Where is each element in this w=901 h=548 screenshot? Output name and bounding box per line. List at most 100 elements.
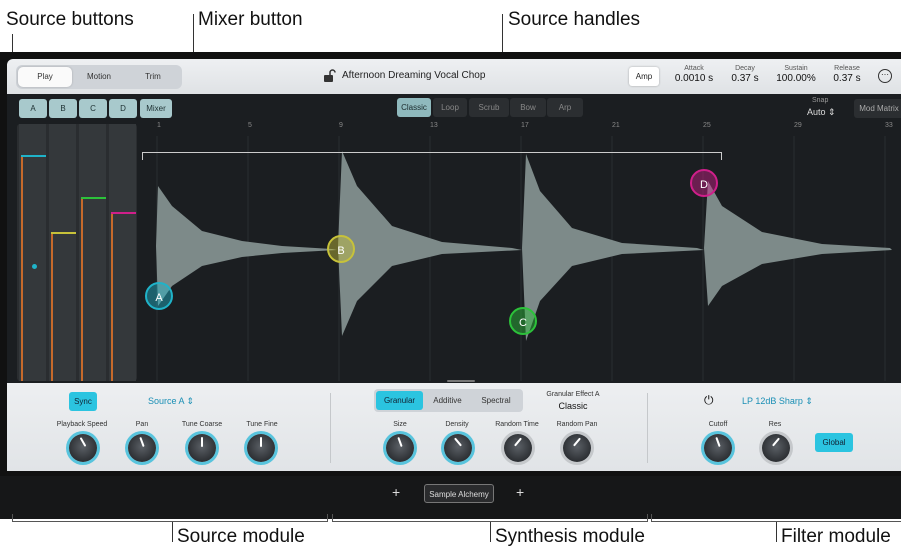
mixer-level-b [51,233,53,381]
more-icon[interactable]: ⋯ [878,69,892,83]
mode-classic[interactable]: Classic [397,98,431,117]
callout-mixer-button: Mixer button [198,9,303,30]
waveform-area[interactable]: A B C D Mixer Classic Loop Scrub Bow Arp… [7,94,901,384]
module-panel: Sync Source A ⇕ Playback Speed Pan Tune … [7,380,901,471]
ruler: 1 5 9 13 17 21 25 29 33 [157,122,901,134]
random-pan-label: Random Pan [556,421,598,428]
pan-knob[interactable] [128,434,156,462]
callout-source-buttons: Source buttons [6,9,134,30]
leader-line [172,522,173,542]
tune-coarse-knob[interactable] [188,434,216,462]
mode-scrub[interactable]: Scrub [469,98,509,117]
level-marker-d [111,212,136,214]
mixer-panel [17,124,137,381]
source-module-bracket [12,514,328,522]
source-button-b[interactable]: B [49,99,77,118]
mixer-level-d [111,213,113,381]
tab-trim[interactable]: Trim [126,67,180,87]
level-marker-a [21,155,46,157]
synthesis-mode-switch: Granular Additive Spectral [374,389,523,412]
level-marker-b [51,232,76,234]
callout-filter-module: Filter module [781,526,891,547]
pan-label: Pan [135,421,149,428]
random-time-knob[interactable] [504,434,532,462]
level-marker-c [81,197,106,199]
global-button[interactable]: Global [815,433,853,452]
mixer-fader-c[interactable] [79,124,106,381]
snap-label: Snap [812,97,829,104]
updown-icon: ⇕ [828,107,836,117]
mode-loop[interactable]: Loop [433,98,467,117]
add-right-icon[interactable]: + [516,484,524,500]
sustain-value[interactable]: Sustain 100.00% [773,65,819,84]
lock-icon[interactable] [323,69,336,83]
source-handle-b[interactable]: B [327,235,355,263]
source-selector[interactable]: Source A ⇕ [148,396,194,407]
ruler-mark: 9 [339,122,343,129]
filter-type-selector[interactable]: LP 12dB Sharp ⇕ [742,396,813,407]
sample-alchemy-window: Play Motion Trim Afternoon Dreaming Voca… [0,52,901,519]
mixer-fader-b[interactable] [49,124,76,381]
mixer-fader-d[interactable] [109,124,136,381]
attack-value[interactable]: Attack 0.0010 s [671,65,717,84]
plugin-tab-sample-alchemy[interactable]: Sample Alchemy [424,484,494,503]
divider [330,393,331,463]
ruler-mark: 17 [521,122,529,129]
mod-matrix-button[interactable]: Mod Matrix [854,99,901,118]
mode-spectral[interactable]: Spectral [472,391,520,410]
source-button-d[interactable]: D [109,99,137,118]
ruler-mark: 21 [612,122,620,129]
resize-handle[interactable] [447,380,475,382]
divider [647,393,648,463]
cutoff-knob[interactable] [704,434,732,462]
mode-additive[interactable]: Additive [424,391,471,410]
pan-dot[interactable] [32,264,37,269]
mixer-level-a [21,156,23,381]
playback-speed-knob[interactable] [69,434,97,462]
source-handles-bracket [142,152,722,160]
sync-button[interactable]: Sync [69,392,97,411]
playback-speed-label: Playback Speed [56,421,108,428]
tab-play[interactable]: Play [18,67,72,87]
plugin-footer: + Sample Alchemy + [0,476,901,519]
density-label: Density [445,421,469,428]
effect-value[interactable]: Classic [533,401,613,411]
random-pan-knob[interactable] [563,434,591,462]
source-button-a[interactable]: A [19,99,47,118]
size-label: Size [393,421,407,428]
ruler-mark: 13 [430,122,438,129]
release-value[interactable]: Release 0.37 s [827,65,867,84]
header-bar: Play Motion Trim Afternoon Dreaming Voca… [7,59,901,94]
mixer-button[interactable]: Mixer [140,99,172,118]
random-time-label: Random Time [495,421,539,428]
snap-value[interactable]: Auto ⇕ [807,107,836,118]
decay-value[interactable]: Decay 0.37 s [725,65,765,84]
callout-source-module: Source module [177,526,305,547]
mode-arp[interactable]: Arp [547,98,583,117]
add-left-icon[interactable]: + [392,484,400,500]
waveform[interactable] [142,136,897,381]
mode-bow[interactable]: Bow [510,98,546,117]
tab-motion[interactable]: Motion [72,67,126,87]
tune-fine-knob[interactable] [247,434,275,462]
source-button-c[interactable]: C [79,99,107,118]
tune-fine-label: Tune Fine [246,421,278,428]
ruler-mark: 33 [885,122,893,129]
res-label: Res [768,421,782,428]
leader-line [776,522,777,542]
source-handle-a[interactable]: A [145,282,173,310]
ruler-mark: 29 [794,122,802,129]
amp-button[interactable]: Amp [629,67,659,86]
ruler-mark: 5 [248,122,252,129]
res-knob[interactable] [762,434,790,462]
density-knob[interactable] [444,434,472,462]
power-icon[interactable]: ⏻ [704,393,714,408]
source-handle-d[interactable]: D [690,169,718,197]
mixer-fader-a[interactable] [19,124,46,381]
preset-name[interactable]: Afternoon Dreaming Vocal Chop [342,70,485,81]
source-handle-c[interactable]: C [509,307,537,335]
size-knob[interactable] [386,434,414,462]
effect-label: Granular Effect A [546,391,600,398]
stage: Source buttons Mixer button Source handl… [0,0,901,548]
mode-granular[interactable]: Granular [376,391,423,410]
